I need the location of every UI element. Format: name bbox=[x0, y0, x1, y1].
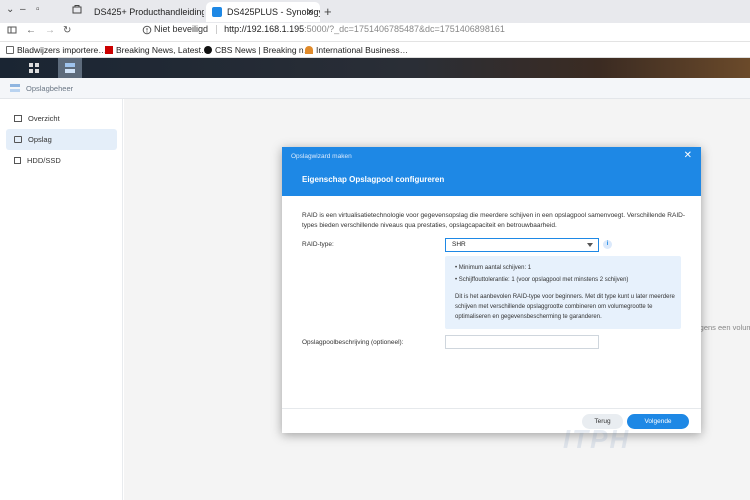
app-title: Opslagbeheer bbox=[26, 84, 74, 93]
reload-icon[interactable]: ↻ bbox=[63, 25, 71, 36]
dialog-heading: Eigenschap Opslagpool configureren bbox=[302, 175, 445, 184]
storage-icon bbox=[14, 136, 22, 143]
raid-type-label: RAID-type: bbox=[302, 241, 334, 248]
bookmark-ibt[interactable]: International Business… bbox=[305, 45, 408, 55]
close-icon[interactable]: ✕ bbox=[684, 150, 692, 161]
bookmark-import[interactable]: Bladwijzers importere… bbox=[6, 45, 107, 55]
url-path: :5000/?_dc=1751406785487&dc=175140689816… bbox=[304, 24, 505, 34]
bookmarks-bar: Bladwijzers importere… Breaking News, La… bbox=[0, 42, 750, 58]
cbs-icon bbox=[204, 46, 212, 54]
restore-window-icon[interactable]: ▫ bbox=[36, 4, 40, 15]
sidebar-toggle-icon[interactable] bbox=[7, 25, 17, 38]
info-bullet-text: Minimum aantal schijven: 1 bbox=[458, 265, 532, 271]
app-header: Opslagbeheer bbox=[0, 78, 750, 99]
info-icon[interactable]: i bbox=[603, 240, 612, 249]
address-bar[interactable]: Niet beveiligd http://192.168.1.195:5000… bbox=[154, 24, 505, 35]
pool-description-label: Opslagpoolbeschrijving (optioneel): bbox=[302, 339, 404, 346]
bookmark-cbs[interactable]: CBS News | Breaking n… bbox=[204, 45, 312, 55]
cnn-icon bbox=[105, 46, 113, 54]
browser-nav-bar: ← → ↻ Niet beveiligd http://192.168.1.19… bbox=[0, 23, 750, 42]
watermark: ITPH bbox=[563, 424, 631, 454]
browser-tab-bar: ⌄ – ▫ DS425+ Producthandleiding DS425PLU… bbox=[0, 0, 750, 23]
pool-description-input[interactable] bbox=[445, 335, 599, 349]
chevron-down-icon bbox=[587, 243, 593, 247]
new-tab-button[interactable]: + bbox=[324, 4, 332, 19]
storage-manager-taskbar-icon[interactable] bbox=[58, 58, 82, 78]
raid-type-select[interactable]: SHR bbox=[445, 238, 599, 252]
sidebar-item-overzicht[interactable]: Overzicht bbox=[6, 108, 117, 129]
url-host: http://192.168.1.195 bbox=[224, 24, 305, 34]
bookmark-import-icon bbox=[6, 46, 14, 54]
overview-icon bbox=[14, 115, 22, 122]
security-label: Niet beveiligd bbox=[154, 24, 209, 34]
bookmark-label: CBS News | Breaking n… bbox=[215, 45, 313, 55]
tab-synology[interactable]: DS425PLUS - Synology N/ ✕ bbox=[206, 2, 320, 22]
bookmark-label: Bladwijzers importere… bbox=[17, 45, 107, 55]
dialog-footer: Terug Volgende bbox=[282, 408, 701, 433]
info-paragraph: Dit is het aanbevolen RAID-type voor beg… bbox=[455, 294, 675, 320]
main-menu-icon[interactable] bbox=[22, 58, 46, 78]
raid-description: RAID is een virtualisatietechnologie voo… bbox=[302, 212, 685, 229]
bookmark-label: Breaking News, Latest… bbox=[116, 45, 210, 55]
sidebar: Overzicht Opslag HDD/SSD bbox=[0, 99, 123, 500]
raid-type-value: SHR bbox=[452, 241, 466, 248]
minimize-window-icon[interactable]: – bbox=[20, 4, 26, 15]
sidebar-item-label: Opslag bbox=[28, 135, 52, 144]
forward-icon[interactable]: → bbox=[45, 25, 55, 36]
sidebar-item-opslag[interactable]: Opslag bbox=[6, 129, 117, 150]
not-secure-icon[interactable] bbox=[142, 25, 152, 38]
tab-title: DS425+ Producthandleiding bbox=[94, 7, 204, 17]
info-bullet: • Minimum aantal schijven: 1 bbox=[455, 265, 532, 271]
dialog-header: Opslagwizard maken ✕ Eigenschap Opslagpo… bbox=[282, 147, 701, 196]
sidebar-item-hdd-ssd[interactable]: HDD/SSD bbox=[6, 150, 117, 171]
close-tab-icon[interactable]: ✕ bbox=[306, 7, 314, 18]
bookmark-cnn[interactable]: Breaking News, Latest… bbox=[105, 45, 210, 55]
drive-icon bbox=[14, 157, 21, 164]
dsm-taskbar bbox=[0, 58, 750, 78]
synology-favicon-icon bbox=[212, 7, 222, 17]
sidebar-item-label: Overzicht bbox=[28, 114, 60, 123]
tab-producthandleiding[interactable]: DS425+ Producthandleiding bbox=[88, 2, 204, 22]
ibt-icon bbox=[305, 46, 313, 54]
background-text: igens een volum bbox=[698, 323, 750, 332]
dialog-window-title: Opslagwizard maken bbox=[291, 153, 352, 160]
next-button[interactable]: Volgende bbox=[627, 414, 689, 429]
storage-manager-icon bbox=[10, 83, 20, 95]
bookmark-label: International Business… bbox=[316, 45, 409, 55]
info-bullet: • Schijffouttolerantie: 1 (voor opslagpo… bbox=[455, 277, 629, 283]
raid-info-box: • Minimum aantal schijven: 1 • Schijffou… bbox=[445, 256, 681, 329]
tab-list-chevron-icon[interactable]: ⌄ bbox=[6, 4, 14, 15]
back-icon[interactable]: ← bbox=[26, 25, 36, 36]
tab-group-icon[interactable] bbox=[72, 4, 82, 17]
storage-wizard-dialog: Opslagwizard maken ✕ Eigenschap Opslagpo… bbox=[282, 147, 701, 433]
info-bullet-text: Schijffouttolerantie: 1 (voor opslagpool… bbox=[458, 277, 629, 283]
sidebar-item-label: HDD/SSD bbox=[27, 156, 61, 165]
